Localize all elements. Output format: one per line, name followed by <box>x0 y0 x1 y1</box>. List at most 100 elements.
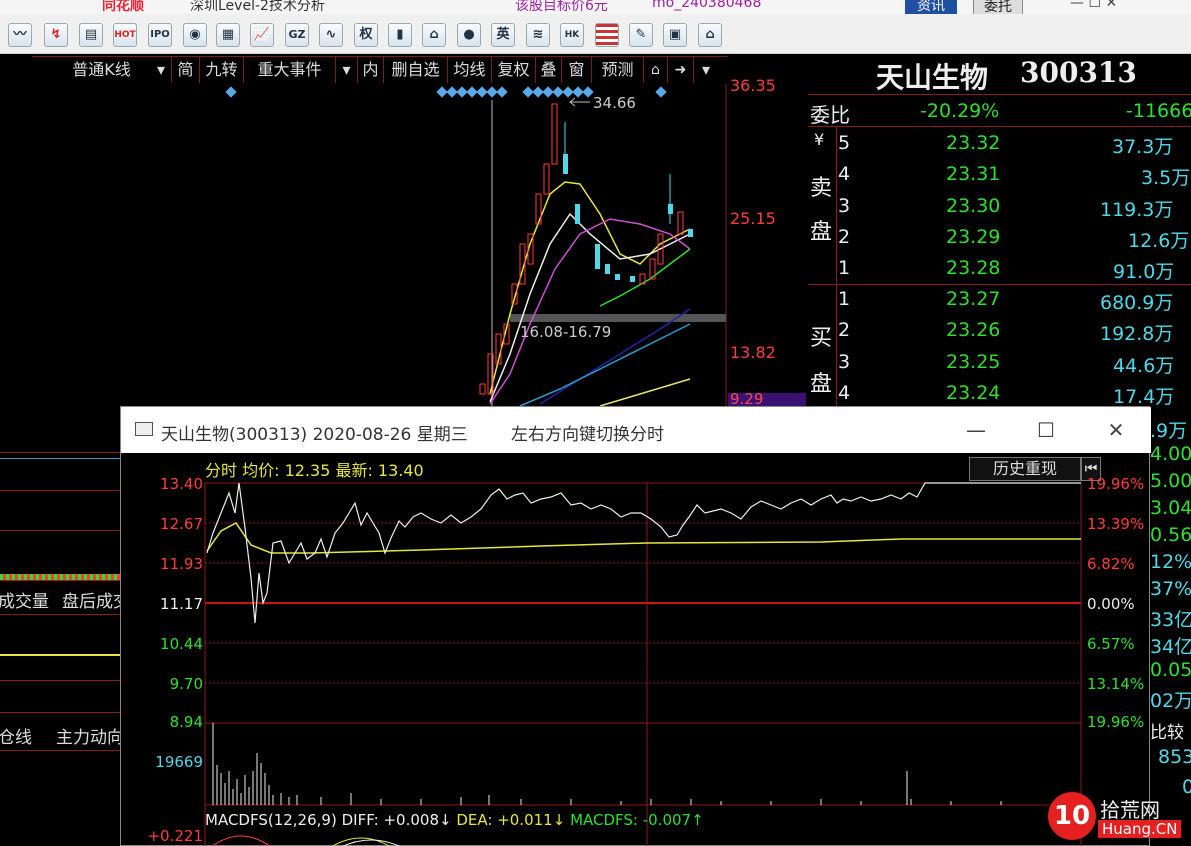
hot-icon[interactable]: HOT <box>113 23 137 47</box>
bid-price[interactable]: 23.25 <box>946 351 1000 373</box>
calc-icon[interactable]: ▣ <box>663 23 687 47</box>
ask-price[interactable]: 23.31 <box>946 163 1000 185</box>
chart-line-icon[interactable]: 〰 <box>8 23 32 47</box>
kline-icon[interactable]: ↯ <box>44 23 68 47</box>
news-icon[interactable]: ✎ <box>629 23 653 47</box>
price-axis-label: 11.17 <box>160 595 203 613</box>
pct-axis-label: 6.57% <box>1087 635 1135 653</box>
bid-level: 2 <box>838 319 851 341</box>
lock-icon[interactable]: ⌂ <box>644 57 668 83</box>
price-axis-label: 12.67 <box>160 515 203 533</box>
ask-vol: 3.5万 <box>1141 167 1191 189</box>
stock-name: 天山生物 <box>876 61 989 94</box>
book-icon[interactable]: ▮ <box>388 23 412 47</box>
main-force-button[interactable]: 主力动向 <box>56 723 120 748</box>
toolbar: 〰 ↯ ▤ HOT IPO ◉ ▦ 📈 GZ ∿ 权 ▮ ⌂ ● 英 ≋ HK … <box>0 14 1191 54</box>
ask-level: 4 <box>838 163 851 185</box>
intraday-header: 分时 均价: 12.35 最新: 13.40 <box>205 461 424 480</box>
bank-icon[interactable]: ⌂ <box>422 23 446 47</box>
volume-button[interactable]: 成交量 <box>0 587 49 612</box>
user-id[interactable]: mo_240380468 <box>652 0 761 11</box>
sell-label-2: 盘 <box>810 220 833 245</box>
bid-price[interactable]: 23.26 <box>946 319 1000 341</box>
window-icon <box>135 422 153 436</box>
scroll-icon[interactable]: ≋ <box>526 23 550 47</box>
popup-titlebar[interactable]: 天山生物(300313) 2020-08-26 星期三 左右方向键切换分时 — … <box>121 407 1151 453</box>
macd-axis-label: +0.221 <box>147 827 203 845</box>
us-flag-icon[interactable] <box>595 23 619 47</box>
ying-icon[interactable]: 英 <box>491 23 515 47</box>
weibi-label: 委比 <box>810 103 850 127</box>
btn-inner[interactable]: 内 <box>358 57 384 83</box>
range-label: 16.08-16.79 <box>520 323 612 341</box>
btn-simple[interactable]: 简 <box>172 57 200 83</box>
price-axis-label: 9.70 <box>169 675 203 693</box>
globe-icon[interactable]: ◉ <box>183 23 207 47</box>
ask-vol: 91.0万 <box>1113 261 1175 283</box>
bid-level: 3 <box>838 351 851 373</box>
current-price-tag: 9.29 <box>728 393 806 406</box>
pct-axis-label: 19.96% <box>1087 475 1145 493</box>
quan-icon[interactable]: 权 <box>354 23 378 47</box>
btn-forecast[interactable]: 预测 <box>592 57 644 83</box>
pct-axis-label: 6.82% <box>1087 555 1135 573</box>
stock-map-icon[interactable]: ▦ <box>216 23 240 47</box>
ask-price[interactable]: 23.30 <box>946 195 1000 217</box>
wave-icon[interactable]: ∿ <box>319 23 343 47</box>
bid-vol: 44.6万 <box>1113 355 1175 377</box>
trade-button[interactable]: 委托 <box>973 0 1023 14</box>
macd-legend: MACDFS(12,26,9) DIFF: +0.008↓ DEA: +0.01… <box>205 811 704 829</box>
gz-icon[interactable]: GZ <box>285 23 309 47</box>
ask-price[interactable]: 23.32 <box>946 132 1000 154</box>
chevron-down-icon[interactable]: ▾ <box>694 57 718 83</box>
btn-ma[interactable]: 均线 <box>448 57 492 83</box>
arrow-right-icon[interactable]: ➜ <box>668 57 694 83</box>
news-button[interactable]: 资讯 <box>905 0 957 14</box>
intraday-chart[interactable] <box>121 453 1151 846</box>
f10-icon[interactable]: ▤ <box>79 23 103 47</box>
kline-price-label: 13.82 <box>730 343 776 362</box>
stock-code: 300313 <box>1020 56 1137 89</box>
btn-window[interactable]: 窗 <box>562 57 592 83</box>
window-controls[interactable]: — ☐ ✕ <box>1070 0 1117 11</box>
btn-adjust[interactable]: 复权 <box>492 57 536 83</box>
popup-title: 天山生物(300313) 2020-08-26 星期三 <box>161 425 468 445</box>
popup-hint: 左右方向键切换分时 <box>511 425 664 445</box>
yen-label: ¥ <box>814 130 825 149</box>
buy-label-2: 盘 <box>810 372 833 397</box>
kline-toolbar: 普通K线 ▾ 简 九转 重大事件 ▾ 内 删自选 均线 复权 叠 窗 预测 ⌂ … <box>32 57 728 83</box>
price-axis-label: 10.44 <box>160 635 203 653</box>
ask-price[interactable]: 23.28 <box>946 257 1000 279</box>
bid-level: 4 <box>838 382 851 404</box>
bid-level: 1 <box>838 288 851 310</box>
hk-icon[interactable]: HK <box>560 23 584 47</box>
pct-axis-label: 0.00% <box>1087 595 1135 613</box>
ask-vol: 12.6万 <box>1128 230 1190 252</box>
disk-icon[interactable]: ● <box>457 23 481 47</box>
minimize-button[interactable]: — <box>956 417 996 443</box>
intraday-popup: 天山生物(300313) 2020-08-26 星期三 左右方向键切换分时 — … <box>120 406 1151 846</box>
chevron-down-icon[interactable]: ▾ <box>336 57 358 83</box>
ipo-icon[interactable]: IPO <box>148 23 172 47</box>
home-icon[interactable]: ⌂ <box>698 23 722 47</box>
trend-icon[interactable]: 📈 <box>250 23 274 47</box>
history-replay-button[interactable]: 历史重现 <box>969 457 1081 481</box>
pct-axis-label: 13.14% <box>1087 675 1145 693</box>
maximize-button[interactable]: ☐ <box>1026 417 1066 443</box>
quote-panel: 天山生物 300313 委比 -20.29% -11666 ¥ 卖 盘 5 23… <box>808 54 1191 408</box>
bid-price[interactable]: 23.24 <box>946 382 1000 404</box>
ask-price[interactable]: 23.29 <box>946 226 1000 248</box>
news-ticker[interactable]: 该股目标价6元 <box>515 0 608 14</box>
left-panel: 成交量 盘后成交 仓线 主力动向 <box>0 406 120 846</box>
btn-jiuzhuan[interactable]: 九转 <box>200 57 244 83</box>
btn-del-fav[interactable]: 删自选 <box>384 57 448 83</box>
btn-events[interactable]: 重大事件 <box>244 57 336 83</box>
kline-chart[interactable] <box>0 84 808 406</box>
position-line-button[interactable]: 仓线 <box>0 723 32 748</box>
btn-overlay[interactable]: 叠 <box>536 57 562 83</box>
close-button[interactable]: ✕ <box>1096 417 1136 443</box>
chevron-down-icon[interactable]: ▾ <box>150 57 172 83</box>
quote-stats-column: .9万 4.00 5.00 3.04 0.56 12% 37% 33亿 34亿 … <box>1150 420 1191 798</box>
bid-price[interactable]: 23.27 <box>946 288 1000 310</box>
after-hours-button[interactable]: 盘后成交 <box>62 587 120 612</box>
